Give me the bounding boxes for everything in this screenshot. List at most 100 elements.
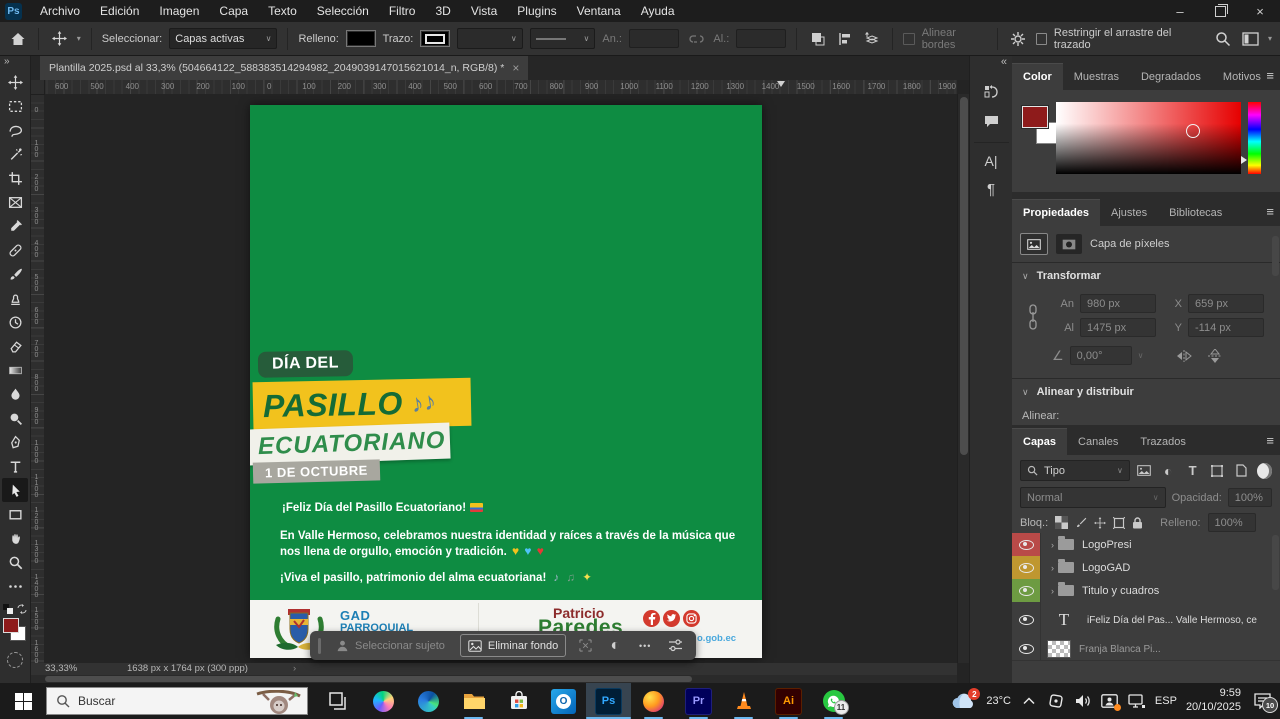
remove-background-button[interactable]: Eliminar fondo [460,634,566,657]
horizontal-scrollbar[interactable] [30,675,957,683]
shape-tool[interactable] [2,502,28,526]
history-brush-tool[interactable] [2,310,28,334]
properties-panel-menu-icon[interactable]: ≡ [1266,204,1274,219]
task-view-button[interactable] [316,683,361,719]
start-button[interactable] [0,683,46,719]
zoom-tool[interactable] [2,550,28,574]
menu-item[interactable]: Ayuda [631,0,685,22]
eraser-tool[interactable] [2,334,28,358]
contextual-task-bar[interactable]: Seleccionar sujeto Eliminar fondo ◐ ••• [310,631,696,660]
photoshop-button[interactable]: Ps [586,683,631,719]
vertical-scrollbar-thumb[interactable] [960,97,968,455]
vlc-button[interactable] [721,683,766,719]
history-panel-icon[interactable] [977,78,1005,104]
layer-row-logopresi[interactable]: › LogoPresi [1012,533,1280,557]
properties-scroll-thumb[interactable] [1272,236,1279,276]
visibility-eye-icon[interactable] [1012,638,1041,660]
home-icon[interactable] [8,28,28,50]
paragraph-panel-icon[interactable]: ¶ [977,176,1005,202]
quick-mask-icon[interactable] [7,652,23,668]
shape-combine-icon[interactable] [807,28,827,50]
hue-slider-arrow[interactable] [1241,156,1247,164]
canvas-area[interactable]: DÍA DEL PASILLO ♪♪ ECUATORIANO 1 DE OCTU… [44,94,957,663]
workspace-caret[interactable]: ▾ [1268,34,1272,43]
poster-document[interactable]: DÍA DEL PASILLO ♪♪ ECUATORIANO 1 DE OCTU… [250,105,762,658]
filter-image-icon[interactable] [1134,461,1154,480]
crop-tool[interactable] [2,166,28,190]
character-panel-icon[interactable]: A| [977,148,1005,174]
mask-properties-icon[interactable] [1056,234,1082,254]
network-icon[interactable] [1128,692,1146,710]
copilot-button[interactable] [361,683,406,719]
volume-icon[interactable] [1074,692,1092,710]
transform-section-header[interactable]: ∨ Transformar [1022,270,1101,282]
menu-item[interactable]: Selección [307,0,379,22]
menu-item[interactable]: Edición [90,0,149,22]
color-panel-menu-icon[interactable]: ≡ [1266,68,1274,83]
minimize-button[interactable]: – [1160,0,1200,22]
frame-tool[interactable] [2,190,28,214]
collapse-panels-icon[interactable]: « [1001,56,1007,68]
weather-icon[interactable]: 2 [951,692,977,710]
swap-colors-icon[interactable] [17,604,27,614]
horizontal-scrollbar-thumb[interactable] [45,676,692,682]
illustrator-button[interactable]: Ai [766,683,811,719]
layers-scroll-thumb[interactable] [1272,535,1279,590]
tool-preset-caret[interactable]: ▾ [77,34,81,43]
foreground-background-swatches[interactable] [3,618,27,642]
horizontal-ruler[interactable]: 6005004003002001000100200300400500600700… [30,80,957,95]
color-picker-ring[interactable] [1186,124,1200,138]
layer-row-text[interactable]: T iFeliz Día del Pas... Valle Hermoso, c… [1012,602,1280,639]
lock-position-icon[interactable] [1094,517,1106,529]
tray-expand-chevron[interactable] [1020,692,1038,710]
tab-trazados[interactable]: Trazados [1129,429,1196,455]
tab-degradados[interactable]: Degradados [1130,64,1212,90]
menu-item[interactable]: Archivo [30,0,90,22]
store-button[interactable] [496,683,541,719]
group-chevron-icon[interactable]: › [1051,563,1054,573]
menu-item[interactable]: 3D [425,0,460,22]
group-chevron-icon[interactable]: › [1051,586,1054,596]
properties-sliders-icon[interactable] [664,635,686,656]
arrange-layers-icon[interactable] [862,28,882,50]
layers-panel-menu-icon[interactable]: ≡ [1266,433,1274,448]
language-indicator[interactable]: ESP [1155,695,1177,707]
lock-transparency-icon[interactable] [1055,516,1068,529]
premiere-button[interactable]: Pr [676,683,721,719]
menu-item[interactable]: Filtro [379,0,426,22]
expand-tools-icon[interactable]: » [0,56,30,70]
lock-artboard-icon[interactable] [1113,517,1125,529]
menu-item[interactable]: Vista [461,0,507,22]
healing-brush-tool[interactable] [2,238,28,262]
document-tab[interactable]: Plantilla 2025.psd al 33,3% (504664122_5… [40,56,528,80]
tab-muestras[interactable]: Muestras [1063,64,1130,90]
tab-bibliotecas[interactable]: Bibliotecas [1158,200,1233,226]
auto-select-dropdown[interactable]: Capas activas ∨ [169,28,277,49]
taskbar-search[interactable]: Buscar [46,687,308,715]
zoom-level[interactable]: 33,33% [45,663,77,674]
group-chevron-icon[interactable]: › [1051,540,1054,550]
visibility-eye-icon[interactable] [1012,602,1041,638]
dodge-tool[interactable] [2,406,28,430]
restore-button[interactable] [1200,0,1240,22]
tab-ajustes[interactable]: Ajustes [1100,200,1158,226]
tab-color[interactable]: Color [1012,63,1063,90]
link-wh-icon[interactable] [1028,304,1038,330]
menu-item[interactable]: Imagen [149,0,209,22]
tab-canales[interactable]: Canales [1067,429,1129,455]
pixel-layer-icon[interactable] [1020,233,1048,255]
gear-icon[interactable] [1008,28,1028,50]
filter-toggle[interactable] [1257,463,1272,479]
path-selection-tool[interactable] [2,478,28,502]
menu-item[interactable]: Ventana [567,0,631,22]
brush-tool[interactable] [2,262,28,286]
layer-row-franja[interactable]: Franja Blanca Pi... [1012,638,1280,661]
marquee-tool[interactable] [2,94,28,118]
visibility-eye-icon[interactable] [1012,533,1041,556]
layer-row-titulo[interactable]: › Titulo y cuadros [1012,579,1280,603]
visibility-eye-icon[interactable] [1012,579,1041,602]
edit-toolbar-icon[interactable] [2,574,28,598]
lock-all-icon[interactable] [1132,517,1143,529]
layer-row-logogad[interactable]: › LogoGAD [1012,556,1280,580]
flip-horizontal-icon[interactable] [1176,350,1192,362]
